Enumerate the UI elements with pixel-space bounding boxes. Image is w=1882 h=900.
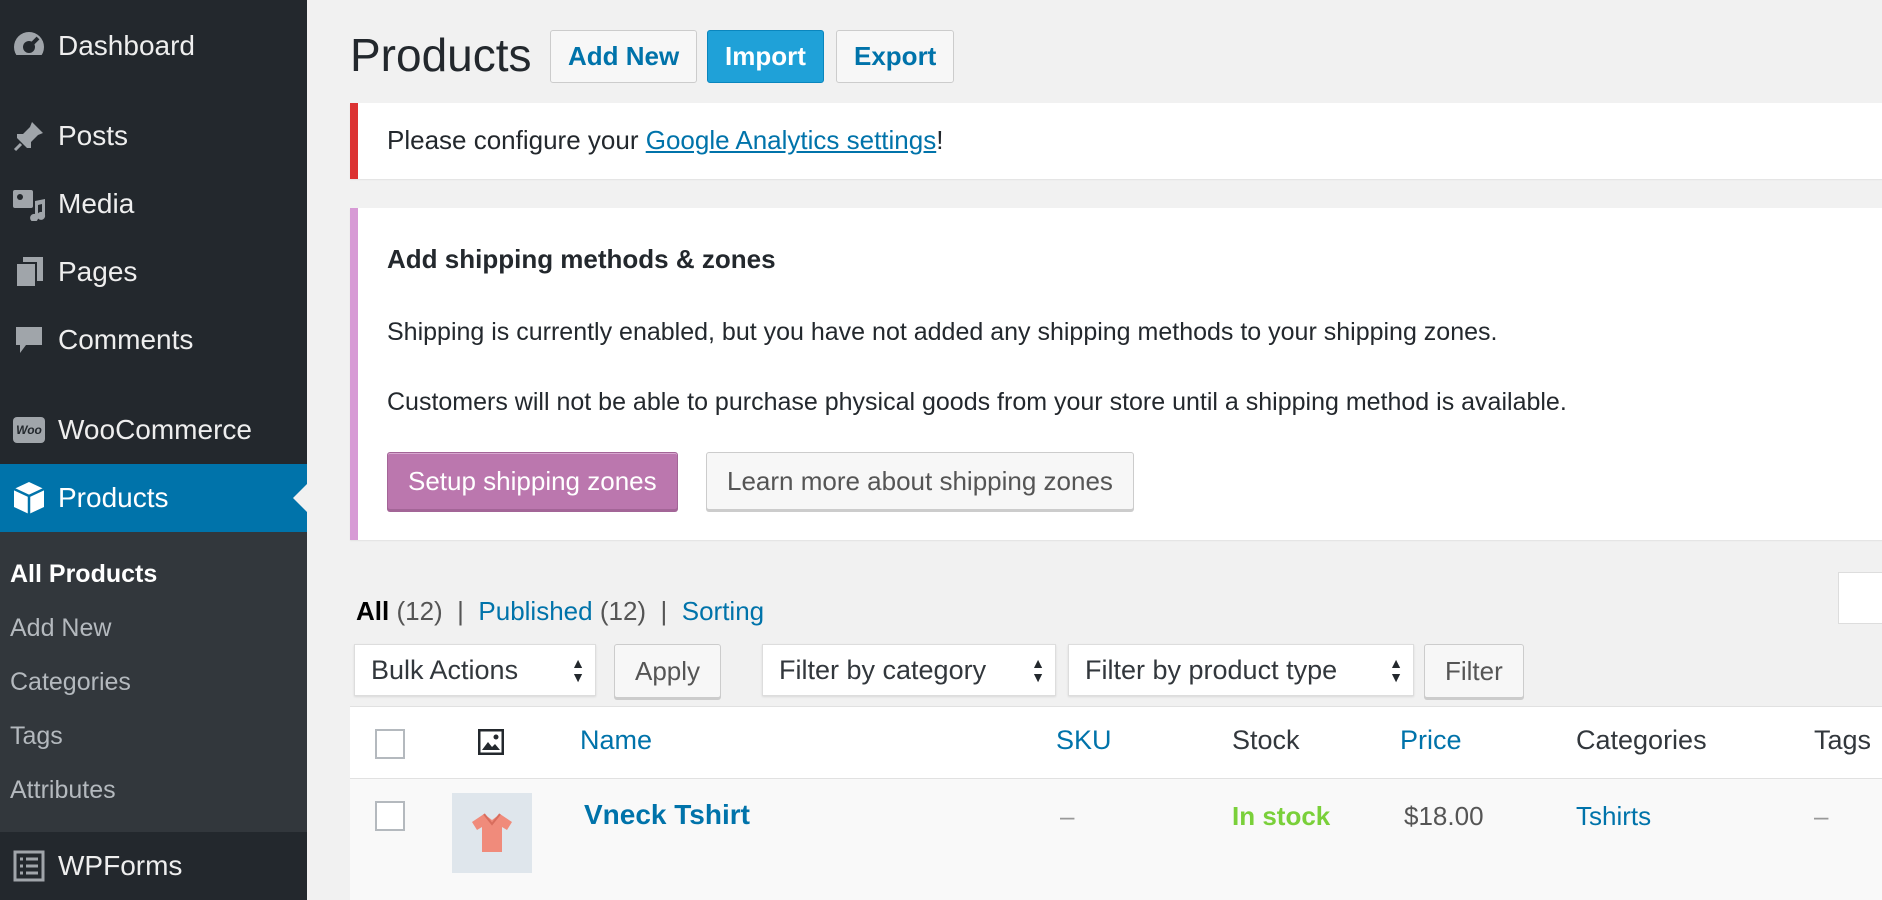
notice-text: Please configure your xyxy=(387,125,646,155)
sidebar-item-label: Products xyxy=(58,482,169,513)
product-stock-status: In stock xyxy=(1232,801,1331,831)
column-tags: Tags xyxy=(1814,725,1872,755)
sidebar-item-label: Comments xyxy=(58,324,194,355)
apply-button[interactable]: Apply xyxy=(614,644,722,698)
woo-icon: Woo xyxy=(0,396,58,464)
submenu-add-new[interactable]: Add New xyxy=(10,614,111,643)
product-price: $18.00 xyxy=(1404,801,1484,831)
import-button[interactable]: Import xyxy=(707,30,824,83)
main-content: Products Add New Import Export Please co… xyxy=(350,0,1882,900)
filter-button[interactable]: Filter xyxy=(1424,644,1524,698)
product-tags: – xyxy=(1814,801,1829,831)
media-icon xyxy=(0,170,58,238)
shipping-notice-line-1: Shipping is currently enabled, but you h… xyxy=(387,318,1498,346)
analytics-settings-link[interactable]: Google Analytics settings xyxy=(646,125,937,155)
sidebar-item-comments[interactable]: Comments xyxy=(0,306,307,374)
column-stock: Stock xyxy=(1232,725,1300,755)
dashboard-icon xyxy=(0,12,58,80)
shipping-notice-line-2: Customers will not be able to purchase p… xyxy=(387,388,1567,416)
sidebar-item-label: Dashboard xyxy=(58,30,195,61)
submenu-tags[interactable]: Tags xyxy=(10,722,63,751)
comment-icon xyxy=(0,306,58,374)
sidebar-item-dashboard[interactable]: Dashboard xyxy=(0,12,307,80)
table-row: Vneck Tshirt – In stock $18.00 Tshirts – xyxy=(350,779,1882,900)
admin-sidebar: Dashboard Posts Media Pages Comments Woo… xyxy=(0,0,307,900)
bulk-actions-select[interactable]: Bulk Actions ▲ ▼ xyxy=(354,644,596,696)
row-checkbox[interactable] xyxy=(375,801,405,831)
sidebar-item-label: Media xyxy=(58,188,135,219)
tshirt-icon xyxy=(472,813,512,852)
select-all-checkbox[interactable] xyxy=(375,729,405,759)
sidebar-item-woocommerce[interactable]: Woo WooCommerce xyxy=(0,396,307,464)
sidebar-item-media[interactable]: Media xyxy=(0,170,307,238)
sidebar-item-label: WooCommerce xyxy=(58,414,252,445)
shipping-notice-title: Add shipping methods & zones xyxy=(387,244,776,274)
sidebar-item-label: WPForms xyxy=(58,850,183,881)
select-arrows-icon: ▲ ▼ xyxy=(1031,655,1045,685)
search-input[interactable] xyxy=(1838,572,1882,624)
table-header: Name SKU Stock Price Categories Tags xyxy=(350,707,1882,779)
view-published-link[interactable]: Published xyxy=(478,596,592,626)
products-table: Name SKU Stock Price Categories Tags Vne… xyxy=(350,706,1882,900)
product-category-link[interactable]: Tshirts xyxy=(1576,801,1651,832)
product-name-link[interactable]: Vneck Tshirt xyxy=(584,799,750,831)
image-column-icon xyxy=(477,728,505,760)
cube-icon xyxy=(0,464,58,532)
select-arrows-icon: ▲ ▼ xyxy=(571,655,585,685)
product-sku: – xyxy=(1060,801,1075,831)
bulk-actions-value: Bulk Actions xyxy=(371,654,519,685)
forms-icon xyxy=(0,832,58,900)
pages-icon xyxy=(0,238,58,306)
view-sorting-link[interactable]: Sorting xyxy=(682,596,764,626)
sidebar-item-label: Posts xyxy=(58,120,129,151)
product-type-filter-value: Filter by product type xyxy=(1085,654,1338,685)
submenu-attributes[interactable]: Attributes xyxy=(10,776,116,805)
page-title: Products xyxy=(350,29,532,81)
shipping-notice: Add shipping methods & zones Shipping is… xyxy=(350,208,1882,540)
pin-icon xyxy=(0,102,58,170)
status-views: All (12) | Published (12) | Sorting xyxy=(356,596,764,627)
submenu-categories[interactable]: Categories xyxy=(10,668,131,697)
column-name[interactable]: Name xyxy=(580,725,652,756)
view-separator: | xyxy=(457,596,464,626)
sidebar-item-pages[interactable]: Pages xyxy=(0,238,307,306)
column-categories: Categories xyxy=(1576,725,1707,755)
category-filter-value: Filter by category xyxy=(779,654,987,685)
learn-shipping-zones-button[interactable]: Learn more about shipping zones xyxy=(706,452,1134,510)
product-thumbnail[interactable] xyxy=(452,793,532,873)
notice-text-suffix: ! xyxy=(936,125,944,155)
analytics-notice: Please configure your Google Analytics s… xyxy=(350,103,1882,179)
products-submenu: All Products Add New Categories Tags Att… xyxy=(0,532,307,832)
export-button[interactable]: Export xyxy=(836,30,955,83)
view-all-count: (12) xyxy=(396,596,443,626)
setup-shipping-zones-button[interactable]: Setup shipping zones xyxy=(387,452,678,510)
submenu-all-products[interactable]: All Products xyxy=(10,560,157,589)
sidebar-item-wpforms[interactable]: WPForms xyxy=(0,832,307,900)
sidebar-item-posts[interactable]: Posts xyxy=(0,102,307,170)
column-price[interactable]: Price xyxy=(1400,725,1462,756)
view-all-link[interactable]: All xyxy=(356,596,389,626)
product-type-filter-select[interactable]: Filter by product type ▲ ▼ xyxy=(1068,644,1414,696)
view-separator: | xyxy=(660,596,668,626)
column-sku[interactable]: SKU xyxy=(1056,725,1112,756)
add-new-button[interactable]: Add New xyxy=(550,30,698,83)
view-published-count: (12) xyxy=(599,596,647,626)
category-filter-select[interactable]: Filter by category ▲ ▼ xyxy=(762,644,1056,696)
select-arrows-icon: ▲ ▼ xyxy=(1389,655,1403,685)
sidebar-item-label: Pages xyxy=(58,256,138,287)
sidebar-item-products[interactable]: Products xyxy=(0,464,307,532)
